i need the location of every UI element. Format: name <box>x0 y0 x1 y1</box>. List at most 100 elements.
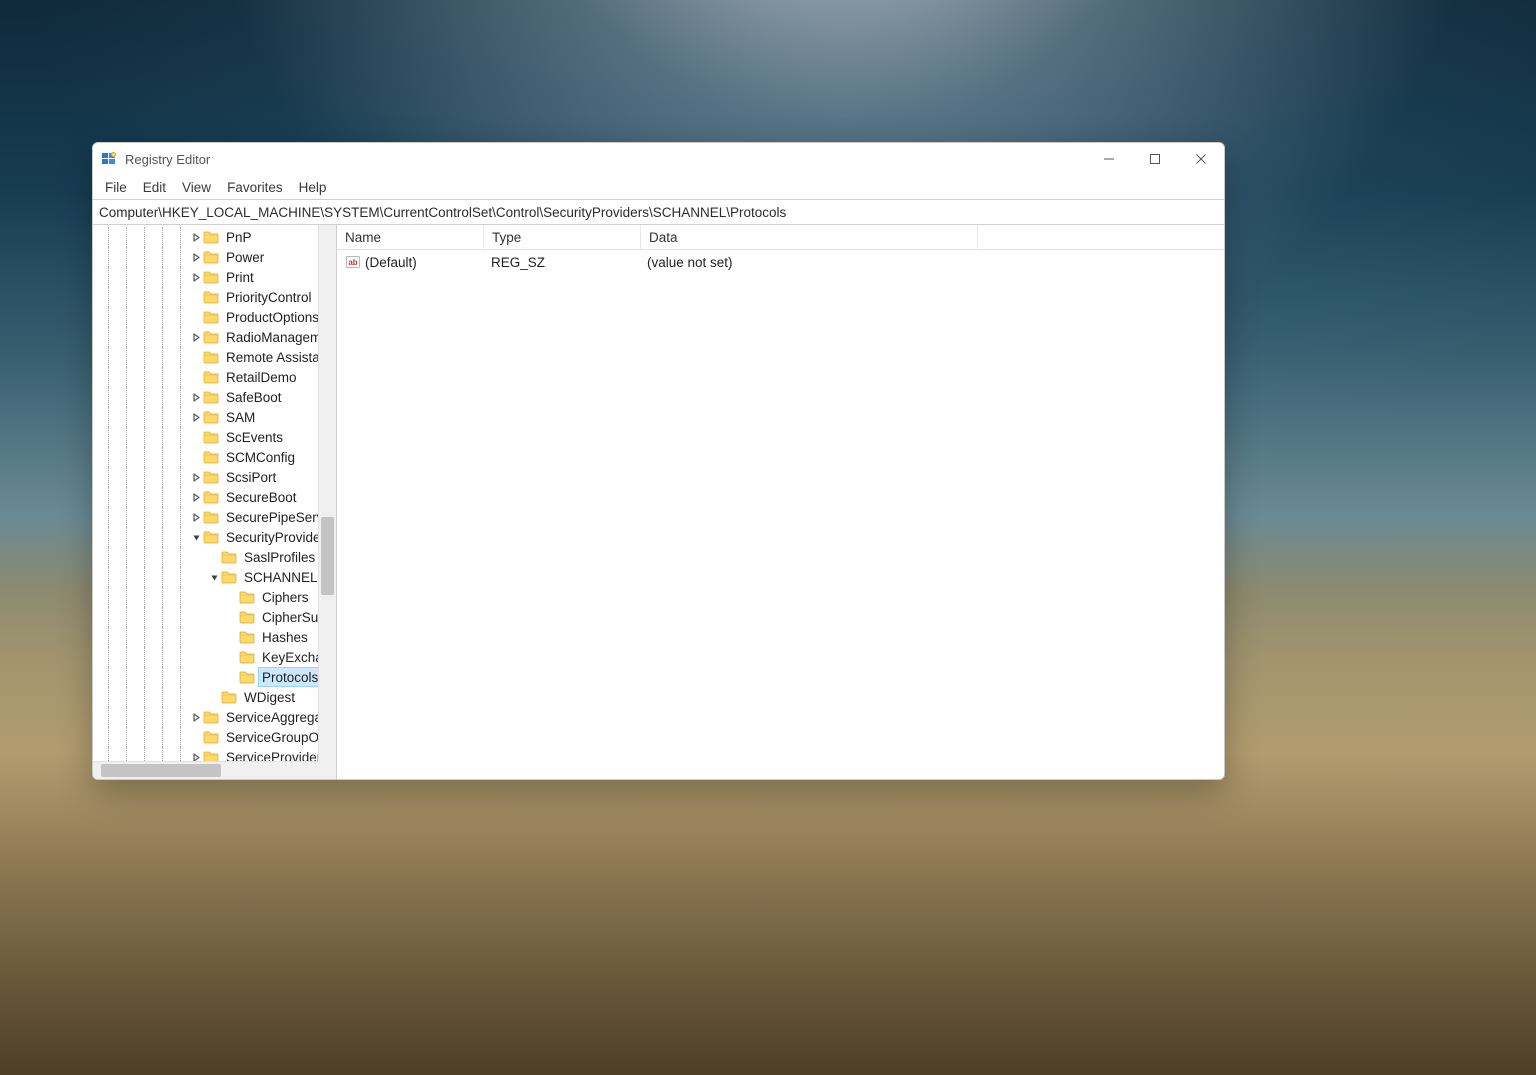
folder-icon <box>203 530 219 544</box>
folder-icon <box>221 550 237 564</box>
tree-item[interactable]: RetailDemo <box>93 367 336 387</box>
folder-icon <box>203 230 219 244</box>
app-icon <box>101 151 117 167</box>
tree-item[interactable]: KeyExchangeAlgorithms <box>93 647 336 667</box>
tree-item[interactable]: SaslProfiles <box>93 547 336 567</box>
tree-item[interactable]: Protocols <box>93 667 336 687</box>
tree-item[interactable]: SafeBoot <box>93 387 336 407</box>
folder-icon <box>203 710 219 724</box>
tree-item[interactable]: ServiceAggregatedEvents <box>93 707 336 727</box>
folder-icon <box>239 590 255 604</box>
tree-item-label: Hashes <box>259 628 311 646</box>
tree-item-label: ProductOptions <box>223 308 322 326</box>
folder-icon <box>203 370 219 384</box>
expand-icon[interactable] <box>189 507 203 527</box>
tree-vertical-scrollbar[interactable] <box>318 225 336 762</box>
expand-icon[interactable] <box>189 267 203 287</box>
tree-item-label: SecureBoot <box>223 488 300 506</box>
expand-icon[interactable] <box>189 227 203 247</box>
tree-item[interactable]: SecurityProviders <box>93 527 336 547</box>
address-text: Computer\HKEY_LOCAL_MACHINE\SYSTEM\Curre… <box>99 205 786 220</box>
desktop-wallpaper: Registry Editor File Edit View Favorites… <box>0 0 1536 1075</box>
tree-item[interactable]: SecureBoot <box>93 487 336 507</box>
tree-item[interactable]: PnP <box>93 227 336 247</box>
expand-icon[interactable] <box>189 487 203 507</box>
folder-icon <box>203 310 219 324</box>
value-data: (value not set) <box>639 255 975 270</box>
tree-horizontal-scrollbar[interactable] <box>93 761 319 779</box>
folder-icon <box>203 290 219 304</box>
tree-item[interactable]: RadioManagement <box>93 327 336 347</box>
collapse-icon[interactable] <box>189 527 203 547</box>
expand-icon[interactable] <box>189 247 203 267</box>
tree-item-label: WDigest <box>241 688 298 706</box>
address-bar[interactable]: Computer\HKEY_LOCAL_MACHINE\SYSTEM\Curre… <box>93 199 1224 225</box>
tree-item[interactable]: ProductOptions <box>93 307 336 327</box>
expand-icon[interactable] <box>189 707 203 727</box>
values-list-pane: Name Type Data ab(Default)REG_SZ(value n… <box>337 225 1224 779</box>
tree-item[interactable]: SAM <box>93 407 336 427</box>
tree-item[interactable]: Print <box>93 267 336 287</box>
tree-item-label: Print <box>223 268 257 286</box>
menu-view[interactable]: View <box>174 178 219 197</box>
menu-file[interactable]: File <box>97 178 135 197</box>
expand-icon[interactable] <box>189 327 203 347</box>
tree-item[interactable]: Hashes <box>93 627 336 647</box>
menu-favorites[interactable]: Favorites <box>219 178 291 197</box>
reg-string-icon: ab <box>345 254 361 270</box>
scrollbar-thumb[interactable] <box>101 764 221 777</box>
list-row[interactable]: ab(Default)REG_SZ(value not set) <box>337 252 1224 272</box>
list-header: Name Type Data <box>337 225 1224 250</box>
tree-item[interactable]: ServiceGroupOrder <box>93 727 336 747</box>
tree-pane: PnPPowerPrintPriorityControlProductOptio… <box>93 225 337 779</box>
expand-icon[interactable] <box>189 387 203 407</box>
folder-icon <box>203 730 219 744</box>
maximize-button[interactable] <box>1132 143 1178 175</box>
tree-item-label: SafeBoot <box>223 388 285 406</box>
tree-item[interactable]: PriorityControl <box>93 287 336 307</box>
scrollbar-thumb[interactable] <box>321 517 334 595</box>
tree-item[interactable]: SCHANNEL <box>93 567 336 587</box>
tree-item-label: RetailDemo <box>223 368 300 386</box>
tree-item[interactable]: SCMConfig <box>93 447 336 467</box>
folder-icon <box>203 490 219 504</box>
folder-icon <box>203 390 219 404</box>
tree-item[interactable]: SecurePipeServers <box>93 507 336 527</box>
tree-item-label: Ciphers <box>259 588 312 606</box>
folder-icon <box>221 690 237 704</box>
window-title: Registry Editor <box>125 152 210 167</box>
menu-help[interactable]: Help <box>291 178 335 197</box>
close-button[interactable] <box>1178 143 1224 175</box>
folder-icon <box>203 250 219 264</box>
menu-edit[interactable]: Edit <box>135 178 174 197</box>
menubar: File Edit View Favorites Help <box>93 175 1224 199</box>
tree-item[interactable]: CipherSuites <box>93 607 336 627</box>
tree-item[interactable]: ScEvents <box>93 427 336 447</box>
tree-item-label: ScsiPort <box>223 468 279 486</box>
tree-item[interactable]: Remote Assistance <box>93 347 336 367</box>
expand-icon[interactable] <box>189 407 203 427</box>
registry-editor-window: Registry Editor File Edit View Favorites… <box>92 142 1225 780</box>
column-header-type[interactable]: Type <box>484 225 641 249</box>
tree-item-label: SAM <box>223 408 258 426</box>
column-header-data[interactable]: Data <box>641 225 978 249</box>
folder-icon <box>203 270 219 284</box>
collapse-icon[interactable] <box>207 567 221 587</box>
expand-icon[interactable] <box>189 467 203 487</box>
column-header-name[interactable]: Name <box>337 225 484 249</box>
tree-item[interactable]: WDigest <box>93 687 336 707</box>
folder-icon <box>239 610 255 624</box>
titlebar[interactable]: Registry Editor <box>93 143 1224 175</box>
folder-icon <box>203 510 219 524</box>
minimize-button[interactable] <box>1086 143 1132 175</box>
folder-icon <box>203 330 219 344</box>
folder-icon <box>203 430 219 444</box>
tree-item[interactable]: ScsiPort <box>93 467 336 487</box>
folder-icon <box>203 450 219 464</box>
tree-item[interactable]: Power <box>93 247 336 267</box>
folder-icon <box>203 410 219 424</box>
tree-item-label: PnP <box>223 228 255 246</box>
tree-item-label: SCMConfig <box>223 448 298 466</box>
tree-item[interactable]: Ciphers <box>93 587 336 607</box>
client-area: PnPPowerPrintPriorityControlProductOptio… <box>93 225 1224 779</box>
